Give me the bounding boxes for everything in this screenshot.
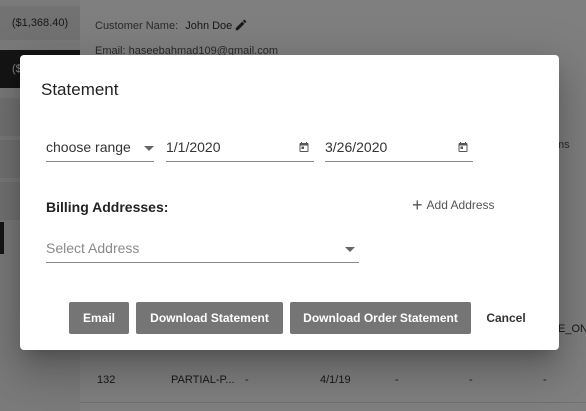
range-select[interactable]: choose range: [46, 134, 154, 162]
address-select-placeholder: Select Address: [46, 240, 140, 256]
plus-icon: +: [412, 195, 423, 215]
download-statement-button[interactable]: Download Statement: [136, 302, 283, 334]
chevron-down-icon: [345, 247, 355, 252]
dialog-title: Statement: [41, 80, 119, 99]
add-address-button[interactable]: + Add Address: [412, 195, 495, 215]
email-button[interactable]: Email: [69, 302, 129, 334]
billing-addresses-label: Billing Addresses:: [46, 199, 169, 215]
date-from-value: 1/1/2020: [166, 139, 221, 155]
cancel-button[interactable]: Cancel: [481, 302, 531, 334]
address-select[interactable]: Select Address: [46, 235, 359, 263]
statement-dialog: Statement choose range 1/1/2020 3/26/202…: [20, 55, 559, 350]
calendar-icon[interactable]: [298, 141, 310, 153]
calendar-icon[interactable]: [457, 141, 469, 153]
chevron-down-icon: [144, 146, 154, 151]
date-from-input[interactable]: 1/1/2020: [166, 134, 314, 162]
add-address-label: Add Address: [426, 198, 495, 212]
date-to-input[interactable]: 3/26/2020: [325, 134, 473, 162]
download-order-statement-button[interactable]: Download Order Statement: [290, 302, 471, 334]
date-to-value: 3/26/2020: [325, 139, 388, 155]
range-select-value: choose range: [46, 139, 131, 155]
